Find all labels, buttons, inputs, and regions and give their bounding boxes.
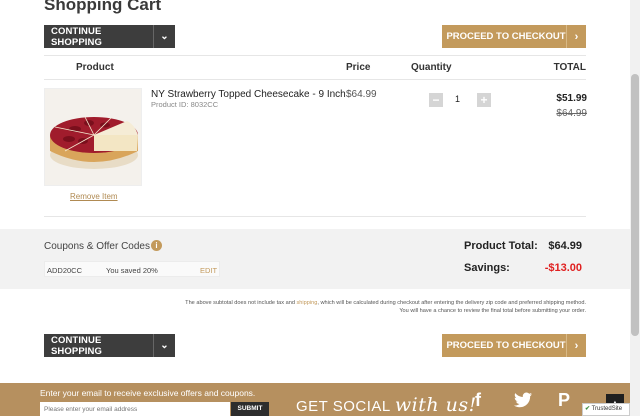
item-original-total: $64.99: [556, 108, 587, 119]
proceed-to-checkout-button[interactable]: PROCEED TO CHECKOUT ›: [442, 25, 586, 48]
coupons-title: Coupons & Offer Codes: [44, 241, 150, 252]
continue-shopping-label: CONTINUE SHOPPING: [51, 25, 102, 48]
savings-label: Savings:: [464, 262, 510, 274]
submit-button[interactable]: SUBMIT: [231, 402, 269, 416]
page-title: Shopping Cart: [44, 0, 162, 14]
info-icon[interactable]: i: [151, 240, 162, 251]
item-total: $51.99: [556, 93, 587, 104]
disclaimer-text: , which will be calculated during checko…: [317, 300, 586, 306]
coupons-section: [0, 229, 630, 289]
coupon-code: ADD20CC: [47, 266, 83, 275]
scrollbar-thumb[interactable]: [631, 74, 639, 336]
header-product: Product: [76, 62, 114, 73]
product-price: $64.99: [346, 89, 377, 100]
product-total-value: $64.99: [548, 240, 582, 252]
email-input[interactable]: [40, 402, 230, 416]
header-price: Price: [346, 62, 371, 73]
get-social-heading: GET SOCIAL with us!: [296, 394, 477, 416]
product-id: Product ID: 8032CC: [151, 100, 219, 109]
product-total-label: Product Total:: [464, 240, 538, 252]
chevron-right-icon: ›: [566, 25, 586, 48]
product-name[interactable]: NY Strawberry Topped Cheesecake - 9 Inch: [151, 89, 346, 100]
proceed-to-checkout-label: PROCEED TO CHECKOUT: [446, 31, 566, 42]
newsletter-text: Enter your email to receive exclusive of…: [40, 388, 256, 398]
chevron-right-icon: ›: [566, 334, 586, 357]
chevron-down-icon[interactable]: ⌄: [153, 334, 175, 357]
get-social-text: GET SOCIAL: [296, 398, 391, 415]
chevron-down-icon[interactable]: ⌄: [153, 25, 175, 48]
header-total: TOTAL: [553, 62, 586, 73]
divider: [44, 55, 586, 56]
quantity-increment-button[interactable]: +: [477, 93, 491, 107]
trustedsite-label: TrustedSite: [591, 406, 623, 412]
product-image[interactable]: [44, 88, 142, 186]
review-disclaimer: You will have a chance to review the fin…: [399, 308, 586, 314]
continue-shopping-label: CONTINUE SHOPPING: [51, 334, 102, 357]
cheesecake-image: [45, 89, 141, 185]
divider: [44, 79, 586, 80]
continue-shopping-button[interactable]: CONTINUE SHOPPING ⌄: [44, 334, 175, 357]
quantity-decrement-button[interactable]: −: [429, 93, 443, 107]
quantity-value[interactable]: 1: [455, 94, 460, 104]
trustedsite-badge[interactable]: ✔ TrustedSite: [582, 403, 630, 416]
check-icon: ✔: [585, 406, 591, 412]
continue-shopping-button[interactable]: CONTINUE SHOPPING ⌄: [44, 25, 175, 48]
twitter-icon[interactable]: [514, 392, 532, 413]
remove-item-link[interactable]: Remove Item: [70, 192, 118, 201]
get-social-script: with us!: [394, 394, 477, 416]
shipping-link[interactable]: shipping: [297, 300, 318, 306]
savings-value: -$13.00: [544, 262, 582, 274]
divider: [44, 216, 586, 217]
pinterest-icon[interactable]: P: [558, 390, 570, 411]
disclaimer-text: The above subtotal does not include tax …: [185, 300, 295, 306]
proceed-to-checkout-button[interactable]: PROCEED TO CHECKOUT ›: [442, 334, 586, 357]
coupon-edit-link[interactable]: EDIT: [200, 266, 217, 275]
proceed-to-checkout-label: PROCEED TO CHECKOUT: [446, 340, 566, 351]
header-quantity: Quantity: [411, 62, 452, 73]
facebook-icon[interactable]: f: [475, 390, 481, 411]
subtotal-disclaimer: The above subtotal does not include tax …: [185, 300, 586, 306]
coupon-savings-text: You saved 20%: [106, 266, 158, 275]
